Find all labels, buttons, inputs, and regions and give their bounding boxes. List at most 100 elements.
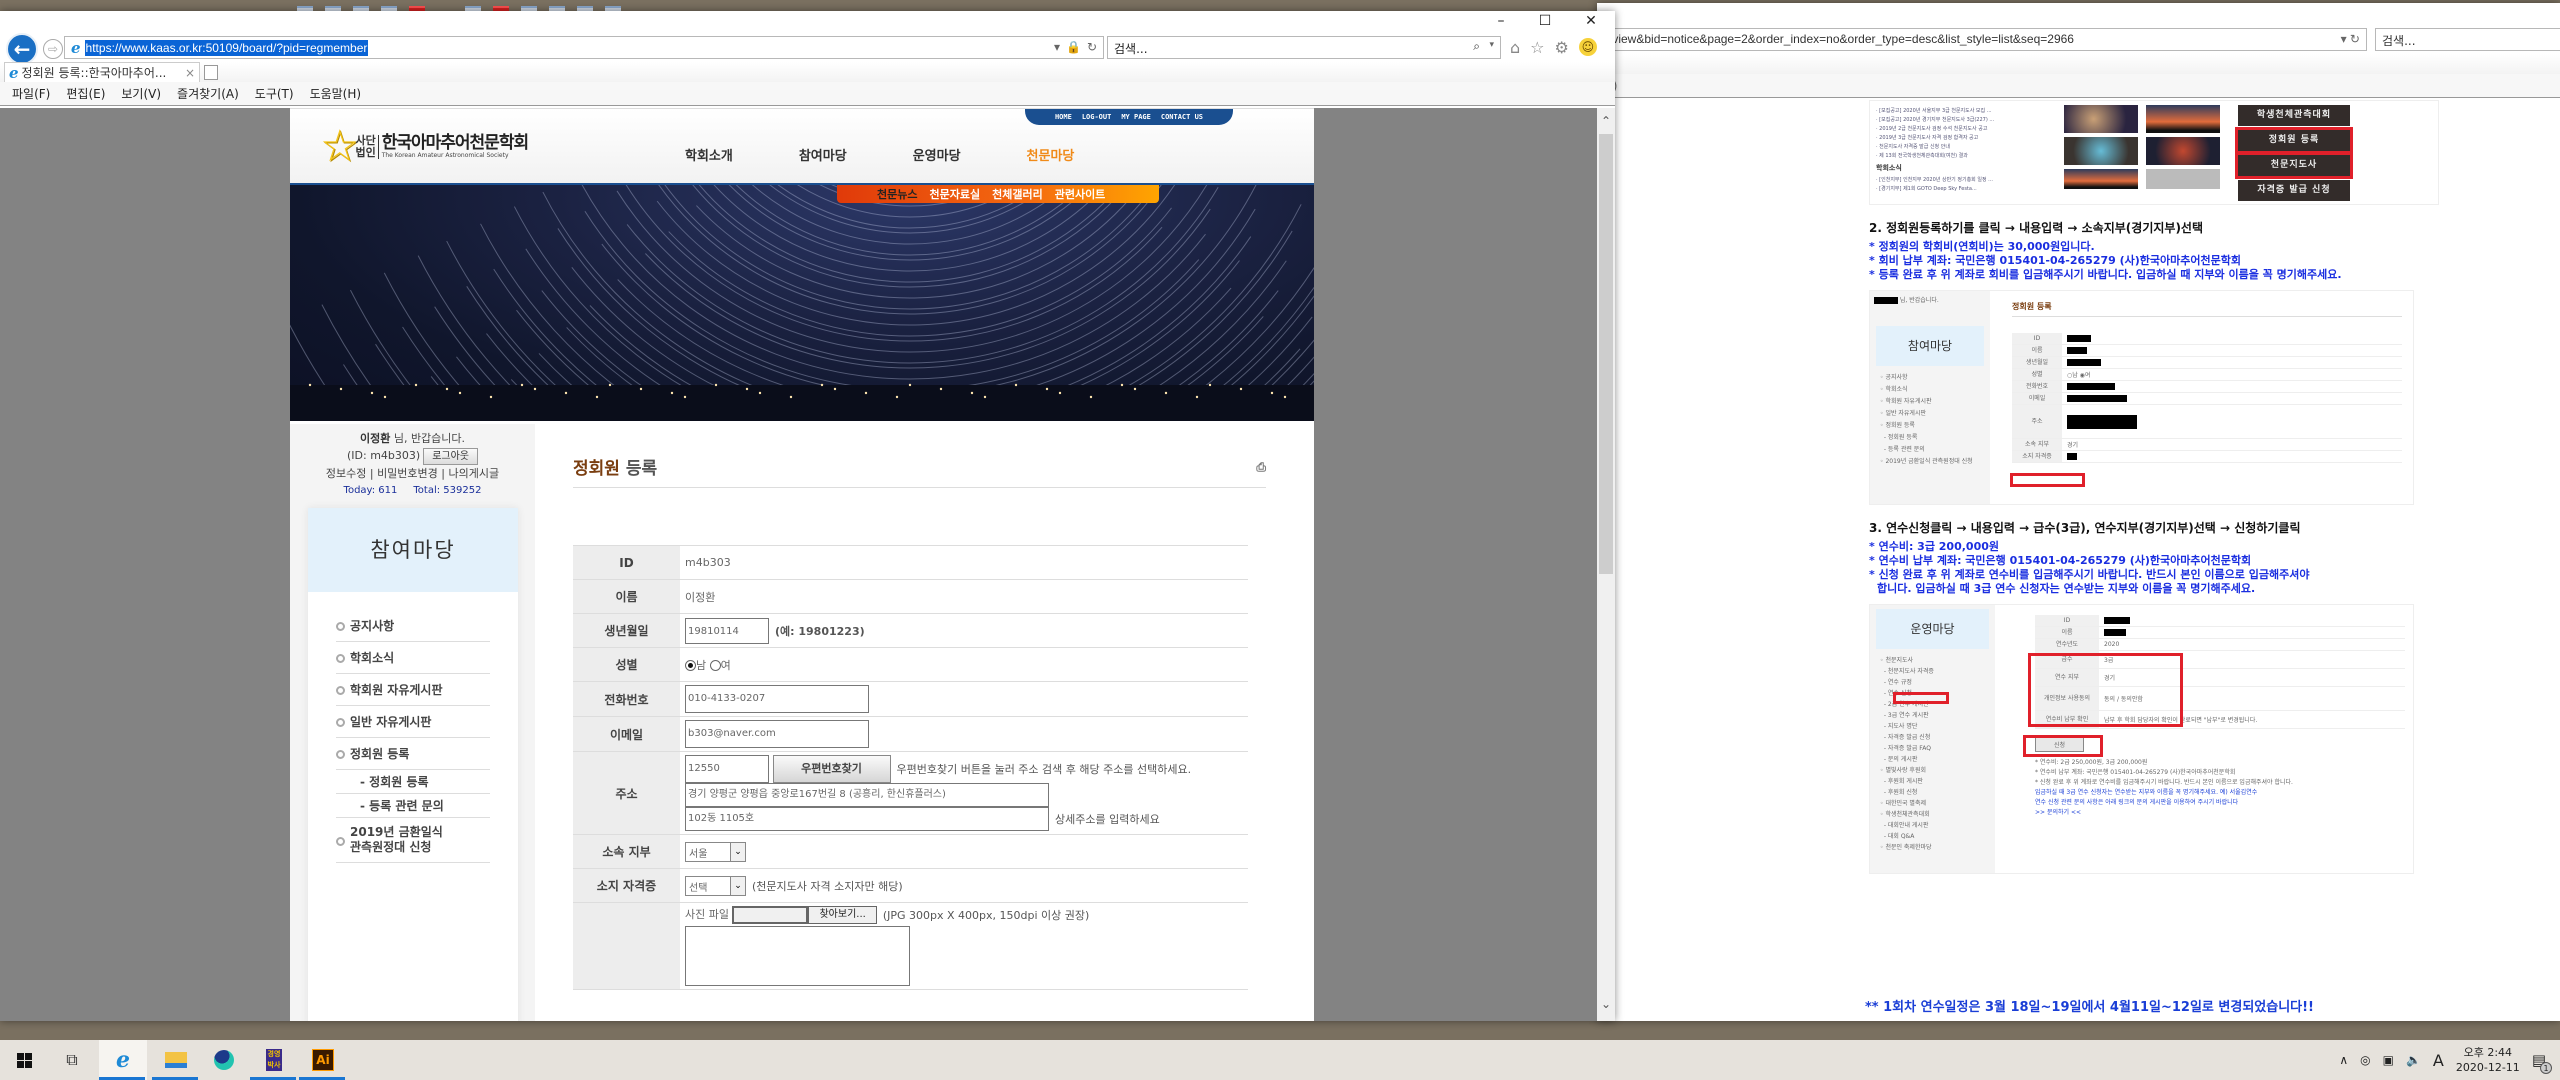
side-btn-certificate[interactable]: 자격증 발급 신청 <box>2238 180 2350 201</box>
start-button[interactable] <box>0 1040 48 1080</box>
menu-help[interactable]: 도움말(H) <box>310 85 362 102</box>
close-button[interactable]: ✕ <box>1568 13 1614 29</box>
feedback-smiley-icon[interactable]: ☺ <box>1578 38 1597 56</box>
cert-select[interactable]: 선택 ⌄ <box>685 875 746 896</box>
title-highlight: 정회원 <box>573 459 620 479</box>
menu-edit[interactable]: 편집(E) <box>66 85 105 102</box>
refresh-icon[interactable]: ↻ <box>1087 40 1097 54</box>
side-sub-register-inquiry[interactable]: - 등록 관련 문의 <box>336 794 490 818</box>
search-icon[interactable]: ⌕ <box>1473 39 1480 54</box>
back-button[interactable]: ← <box>6 33 38 65</box>
dropdown-icon[interactable]: ▾ <box>1054 40 1060 54</box>
my-posts-link[interactable]: 나의게시글 <box>449 467 500 480</box>
logout-button[interactable]: 로그아웃 <box>423 448 478 465</box>
name-value: 이정환 <box>680 579 1248 614</box>
side-item-member-board[interactable]: 학회원 자유게시판 <box>336 674 490 706</box>
nav-operation[interactable]: 운영마당 <box>913 145 961 164</box>
edit-info-link[interactable]: 정보수정 <box>326 467 366 480</box>
link-logout[interactable]: LOG-OUT <box>1082 113 1112 121</box>
change-password-link[interactable]: 비밀번호변경 <box>377 467 438 480</box>
step3-note: * 연수비: 3급 200,000원 <box>1869 540 1999 553</box>
menu-favorites[interactable]: 즐겨찾기(A) <box>177 85 239 102</box>
birth-input[interactable]: 19810114 <box>685 617 769 644</box>
side-item-eclipse-expedition[interactable]: 2019년 금환일식 관측원정대 신청 <box>336 818 490 863</box>
nav-participation[interactable]: 참여마당 <box>799 145 847 164</box>
right-address-bar[interactable]: t=view&bid=notice&page=2&order_index=no&… <box>1597 28 2367 51</box>
site-logo[interactable]: ☆ 사단 법인 한국아마추어천문학회 The Korean Amateur Ast… <box>320 125 529 169</box>
subnav-gallery[interactable]: 천체갤러리 <box>992 186 1043 202</box>
menu-file[interactable]: 파일(F) <box>12 85 50 102</box>
form-row-address: 주소 12550 우편번호찾기 우편번호찾기 버튼을 눌러 주소 검색 후 해당 … <box>573 751 1248 835</box>
address-bar[interactable]: e https://www.kaas.or.kr:50109/board/?pi… <box>64 36 1104 59</box>
scrollbar-thumb[interactable] <box>1599 134 1613 574</box>
favorites-star-icon[interactable]: ☆ <box>1530 38 1544 57</box>
zip-search-button[interactable]: 우편번호찾기 <box>772 755 891 783</box>
branch-select[interactable]: 서울 ⌄ <box>685 841 746 862</box>
subnav-news[interactable]: 천문뉴스 <box>877 186 917 202</box>
email-input[interactable]: b303@naver.com <box>685 720 869 748</box>
task-view-button[interactable]: ⧉ <box>48 1040 96 1080</box>
gender-male-radio[interactable] <box>685 660 696 671</box>
settings-gear-icon[interactable]: ⚙ <box>1555 38 1569 57</box>
search-dropdown-icon[interactable]: ▾ <box>1489 40 1494 50</box>
menu-view[interactable]: 보기(V) <box>121 85 161 102</box>
webcam-icon[interactable]: ◎ <box>2360 1053 2370 1067</box>
chevron-down-icon: ⌄ <box>730 842 745 861</box>
link-home[interactable]: HOME <box>1055 113 1072 121</box>
scroll-up-icon[interactable]: ⌃ <box>1597 114 1615 132</box>
nav-astronomy[interactable]: 천문마당 <box>1027 145 1075 164</box>
search-box[interactable]: 검색... ⌕ ▾ <box>1107 36 1501 59</box>
side-item-news[interactable]: 학회소식 <box>336 642 490 674</box>
scroll-down-icon[interactable]: ⌄ <box>1597 997 1615 1015</box>
url-text[interactable]: https://www.kaas.or.kr:50109/board/?pid=… <box>84 39 369 56</box>
phone-input[interactable]: 010-4133-0207 <box>685 685 869 713</box>
subnav-links[interactable]: 관련사이트 <box>1055 186 1106 202</box>
address2-input[interactable]: 102동 1105호 <box>685 807 1049 831</box>
tab-close-icon[interactable]: × <box>185 66 195 80</box>
minimize-button[interactable]: – <box>1478 13 1524 29</box>
link-mypage[interactable]: MY PAGE <box>1121 113 1151 121</box>
taskbar-illustrator[interactable]: Ai <box>299 1040 347 1080</box>
side-item-notice[interactable]: 공지사항 <box>336 610 490 642</box>
ground-light <box>1208 383 1212 387</box>
side-btn-regular-member[interactable]: 정회원 등록 <box>2235 127 2353 154</box>
print-icon[interactable]: ⎙ <box>1256 460 1266 475</box>
side-sub-regular-register[interactable]: - 정회원 등록 <box>336 770 490 794</box>
home-icon[interactable]: ⌂ <box>1510 38 1520 57</box>
side-btn-student-contest[interactable]: 학생천체관측대회 <box>2238 105 2350 126</box>
taskbar-whale[interactable] <box>200 1040 248 1080</box>
photo-browse-button[interactable]: 찾아보기... <box>808 906 877 924</box>
tab-regmember[interactable]: e 정회원 등록::한국아마추어... × <box>4 62 200 82</box>
lock-icon[interactable]: 🔒 <box>1066 40 1081 54</box>
taskbar-game[interactable]: 경영 박사 <box>250 1040 298 1080</box>
ground-light <box>1014 383 1018 387</box>
gender-female-radio[interactable] <box>709 660 721 671</box>
network-icon[interactable]: ▣ <box>2383 1053 2394 1067</box>
refresh-icon[interactable]: ▾ ↻ <box>2341 32 2360 46</box>
photo-preview-box <box>685 926 910 986</box>
action-center-button[interactable]: ▤ 1 <box>2532 1051 2552 1074</box>
forward-button[interactable]: ⇨ <box>43 39 63 59</box>
show-hidden-icons[interactable]: ∧ <box>2339 1053 2348 1067</box>
subnav-library[interactable]: 천문자료실 <box>929 186 980 202</box>
side-item-regular-member[interactable]: 정회원 등록 <box>336 738 490 770</box>
right-search-box[interactable]: 검색... <box>2375 28 2560 51</box>
shot2-branch-value: 경기 <box>2067 442 2079 449</box>
taskbar-ie[interactable]: e <box>99 1040 147 1080</box>
menu-tools[interactable]: 도구(T) <box>255 85 294 102</box>
new-tab-button[interactable] <box>204 65 218 80</box>
volume-icon[interactable]: 🔈 <box>2406 1053 2421 1067</box>
nav-about[interactable]: 학회소개 <box>685 145 733 164</box>
zip-input[interactable]: 12550 <box>685 755 769 783</box>
ground-light <box>714 383 718 387</box>
link-contact[interactable]: CONTACT US <box>1161 113 1203 121</box>
maximize-button[interactable]: ☐ <box>1522 13 1568 29</box>
photo-file-field[interactable] <box>732 906 809 924</box>
side-btn-astro-guide[interactable]: 천문지도사 <box>2235 152 2353 179</box>
address1-input[interactable]: 경기 양평군 양평읍 중앙로167번길 8 (공흥리, 한신휴플러스) <box>685 783 1049 807</box>
vertical-scrollbar[interactable]: ⌃ ⌄ <box>1597 108 1615 1021</box>
side-item-general-board[interactable]: 일반 자유게시판 <box>336 706 490 738</box>
clock[interactable]: 오후 2:44 2020-12-11 <box>2456 1045 2520 1075</box>
ime-indicator[interactable]: A <box>2433 1051 2444 1070</box>
taskbar-file-explorer[interactable] <box>152 1040 200 1080</box>
